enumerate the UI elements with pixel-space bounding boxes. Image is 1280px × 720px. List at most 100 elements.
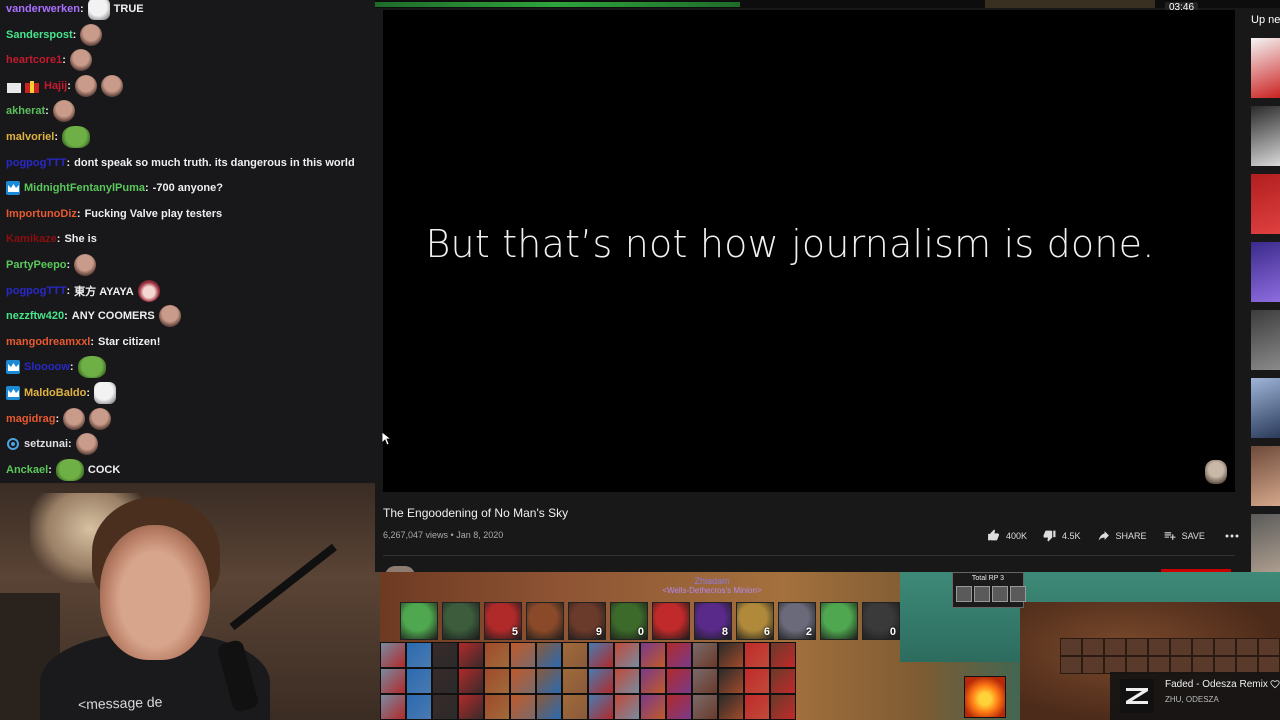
hero-portrait[interactable] [652,602,690,640]
recommendation-thumbnail[interactable] [1251,446,1280,506]
share-button[interactable]: SHARE [1097,529,1147,542]
chat-username[interactable]: Anckael [6,464,48,476]
chat-username[interactable]: Hajij [44,80,67,92]
chat-username[interactable]: malvoriel [6,131,54,143]
item-slot[interactable] [666,694,692,720]
bag-slot[interactable] [1060,656,1082,674]
chat-username[interactable]: MidnightFentanylPuma [24,182,145,194]
video-player[interactable]: But that’s not how journalism is done. [383,10,1235,492]
item-slot[interactable] [614,694,640,720]
fire-ability-icon[interactable] [964,676,1006,718]
bag-slot[interactable] [1060,638,1082,656]
item-slot[interactable] [432,642,458,668]
bag-slot[interactable] [1082,656,1104,674]
item-slot[interactable] [640,694,666,720]
hero-portrait[interactable] [400,602,438,640]
hero-portrait[interactable]: 6 [736,602,774,640]
save-button[interactable]: SAVE [1163,529,1205,542]
item-slot[interactable] [510,694,536,720]
like-button[interactable]: 400K [987,529,1027,542]
more-options-icon[interactable] [1225,534,1239,538]
chat-username[interactable]: Sanderspost [6,29,73,41]
item-slot[interactable] [536,668,562,694]
bag-slot[interactable] [1192,638,1214,656]
hero-portrait[interactable]: 2 [778,602,816,640]
item-slot[interactable] [458,694,484,720]
hero-portrait[interactable]: 8 [694,602,732,640]
bag-slot[interactable] [1258,638,1280,656]
bag-slot[interactable] [1148,638,1170,656]
chat-username[interactable]: PartyPeepo [6,259,67,271]
chat-username[interactable]: vanderwerken [6,3,80,15]
chat-username[interactable]: mangodreamxxl [6,336,90,348]
item-slot[interactable] [458,668,484,694]
recommendation-thumbnail[interactable] [1251,242,1280,302]
chat-username[interactable]: heartcore1 [6,54,62,66]
dislike-button[interactable]: 4.5K [1043,529,1081,542]
item-slot[interactable] [744,642,770,668]
recommendation-thumbnail[interactable] [1251,310,1280,370]
chat-username[interactable]: pogpogTTT [6,157,66,169]
chat-username[interactable]: setzunai [24,438,68,450]
hero-portrait[interactable] [526,602,564,640]
item-slot[interactable] [744,668,770,694]
item-slot[interactable] [458,642,484,668]
item-slot[interactable] [432,694,458,720]
item-slot[interactable] [406,694,432,720]
item-slot[interactable] [640,642,666,668]
item-slot[interactable] [562,694,588,720]
chat-username[interactable]: ImportunoDiz [6,208,77,220]
item-slot[interactable] [692,694,718,720]
chat-username[interactable]: Kamikaze [6,233,57,245]
item-slot[interactable] [536,694,562,720]
item-slot[interactable] [536,642,562,668]
item-slot[interactable] [770,642,796,668]
chat-username[interactable]: pogpogTTT [6,285,66,297]
bag-slot[interactable] [1126,638,1148,656]
item-slot[interactable] [692,642,718,668]
item-slot[interactable] [718,642,744,668]
item-slot[interactable] [588,668,614,694]
bag-slot[interactable] [1104,638,1126,656]
recommendation-thumbnail[interactable] [1251,514,1280,572]
item-slot[interactable] [510,668,536,694]
item-slot[interactable] [614,668,640,694]
item-slot[interactable] [380,642,406,668]
item-slot[interactable] [666,668,692,694]
item-slot[interactable] [770,694,796,720]
item-slot[interactable] [484,668,510,694]
hero-portrait[interactable]: 9 [568,602,606,640]
hero-portrait[interactable]: 0 [862,602,900,640]
item-slot[interactable] [614,642,640,668]
recommendation-thumbnail[interactable] [1251,38,1280,98]
hero-portrait[interactable] [820,602,858,640]
item-slot[interactable] [692,668,718,694]
hero-portrait[interactable]: 0 [610,602,648,640]
item-slot[interactable] [484,694,510,720]
item-slot[interactable] [588,694,614,720]
item-slot[interactable] [562,642,588,668]
item-slot[interactable] [718,668,744,694]
heart-icon[interactable] [1270,679,1280,689]
chat-username[interactable]: akherat [6,105,45,117]
chat-username[interactable]: nezzftw420 [6,310,64,322]
item-slot[interactable] [640,668,666,694]
chat-username[interactable]: magidrag [6,413,56,425]
hero-portrait[interactable]: 5 [484,602,522,640]
item-slot[interactable] [562,668,588,694]
item-slot[interactable] [406,668,432,694]
item-slot[interactable] [406,642,432,668]
bag-slot[interactable] [1236,638,1258,656]
item-slot[interactable] [380,668,406,694]
chat-username[interactable]: Sloooow [24,361,70,373]
bag-slot[interactable] [1214,638,1236,656]
recommendation-thumbnail[interactable] [1251,106,1280,166]
item-slot[interactable] [718,694,744,720]
item-slot[interactable] [588,642,614,668]
bag-slot[interactable] [1170,638,1192,656]
hero-portrait[interactable] [442,602,480,640]
item-slot[interactable] [484,642,510,668]
item-slot[interactable] [770,668,796,694]
item-slot[interactable] [432,668,458,694]
chat-username[interactable]: MaldoBaldo [24,387,86,399]
